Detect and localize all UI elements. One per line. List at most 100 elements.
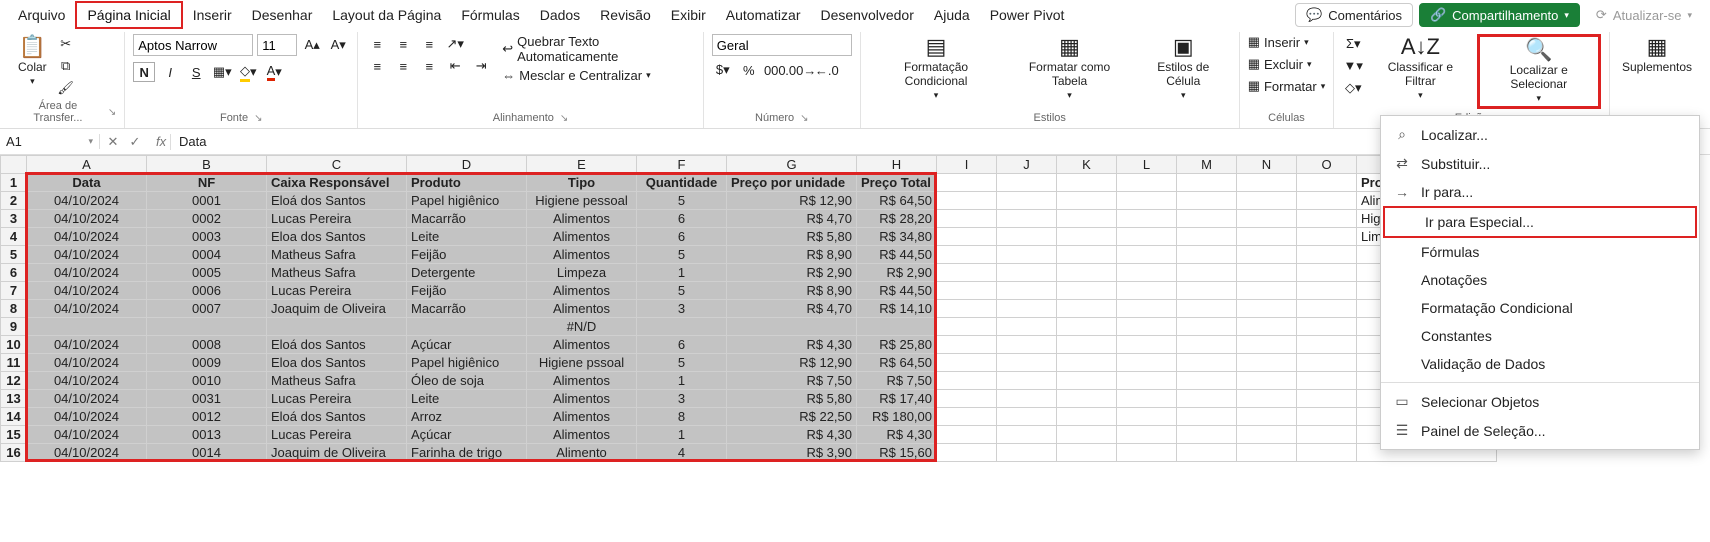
cell[interactable]: 4	[637, 444, 727, 462]
cell[interactable]	[1057, 174, 1117, 192]
cell[interactable]: 0007	[147, 300, 267, 318]
cell[interactable]	[1057, 372, 1117, 390]
cell[interactable]	[937, 300, 997, 318]
tab-arquivo[interactable]: Arquivo	[8, 3, 75, 27]
cell[interactable]	[1117, 318, 1177, 336]
cell[interactable]: Lucas Pereira	[267, 390, 407, 408]
merge-center-button[interactable]: ⇔ Mesclar e Centralizar ▾	[502, 68, 695, 83]
cell[interactable]	[1057, 354, 1117, 372]
cell[interactable]: 04/10/2024	[27, 282, 147, 300]
row-header[interactable]: 2	[1, 192, 27, 210]
cell[interactable]	[1297, 318, 1357, 336]
cell-styles-button[interactable]: ▣ Estilos de Célula▾	[1136, 34, 1231, 103]
cell[interactable]	[1237, 246, 1297, 264]
cell[interactable]: Eloá dos Santos	[267, 408, 407, 426]
cell[interactable]: 0012	[147, 408, 267, 426]
cell[interactable]	[1177, 390, 1237, 408]
cell[interactable]	[937, 174, 997, 192]
font-name-combo[interactable]	[133, 34, 253, 56]
cell[interactable]	[857, 318, 937, 336]
cell[interactable]	[147, 318, 267, 336]
menu-item-f-rmulas[interactable]: Fórmulas	[1381, 238, 1699, 266]
cell[interactable]	[1237, 174, 1297, 192]
cell[interactable]	[1057, 246, 1117, 264]
tab-dados[interactable]: Dados	[530, 3, 590, 27]
menu-item-localizar[interactable]: ⌕Localizar...	[1381, 120, 1699, 149]
cell[interactable]: Eloa dos Santos	[267, 354, 407, 372]
dialog-launcher[interactable]: ↘	[254, 113, 262, 124]
comments-button[interactable]: 💬Comentários	[1295, 3, 1413, 27]
italic-button[interactable]: I	[159, 62, 181, 82]
cell[interactable]: 04/10/2024	[27, 390, 147, 408]
cell[interactable]: R$ 4,30	[727, 336, 857, 354]
tab-f-rmulas[interactable]: Fórmulas	[451, 3, 529, 27]
menu-item-substituir[interactable]: ⇄Substituir...	[1381, 149, 1699, 178]
row-header[interactable]: 12	[1, 372, 27, 390]
cell[interactable]: Preço Total	[857, 174, 937, 192]
cell[interactable]	[1117, 408, 1177, 426]
menu-item-ir-para[interactable]: →Ir para...	[1381, 178, 1699, 206]
cell[interactable]: 04/10/2024	[27, 444, 147, 462]
cell[interactable]: 3	[637, 300, 727, 318]
cell[interactable]: R$ 2,90	[727, 264, 857, 282]
row-header[interactable]: 8	[1, 300, 27, 318]
cell[interactable]: 0010	[147, 372, 267, 390]
cell[interactable]: R$ 5,80	[727, 390, 857, 408]
cell[interactable]	[1297, 210, 1357, 228]
cell[interactable]	[997, 174, 1057, 192]
cell[interactable]	[1057, 210, 1117, 228]
cell[interactable]	[1177, 354, 1237, 372]
cell[interactable]	[997, 408, 1057, 426]
cell[interactable]	[1237, 354, 1297, 372]
cell[interactable]	[1237, 426, 1297, 444]
column-header-E[interactable]: E	[527, 156, 637, 174]
cell[interactable]	[937, 228, 997, 246]
cell[interactable]	[1177, 282, 1237, 300]
cell[interactable]: 6	[637, 210, 727, 228]
cell[interactable]: Arroz	[407, 408, 527, 426]
fill-button[interactable]: ▼▾	[1342, 56, 1364, 76]
cell[interactable]: Matheus Safra	[267, 372, 407, 390]
cell[interactable]	[937, 282, 997, 300]
cell[interactable]: Alimentos	[527, 372, 637, 390]
cell[interactable]: R$ 25,80	[857, 336, 937, 354]
cell[interactable]	[1297, 246, 1357, 264]
cell[interactable]: Higiene pssoal	[527, 354, 637, 372]
decrease-indent-button[interactable]: ⇤	[444, 56, 466, 76]
cell[interactable]	[1177, 426, 1237, 444]
cell[interactable]: 5	[637, 192, 727, 210]
cell[interactable]	[1237, 336, 1297, 354]
cell[interactable]	[997, 264, 1057, 282]
cell[interactable]	[1117, 174, 1177, 192]
conditional-formatting-button[interactable]: ▤ Formatação Condicional▾	[869, 34, 1003, 103]
refresh-button[interactable]: ⟳Atualizar-se▾	[1586, 4, 1702, 26]
cell[interactable]	[637, 318, 727, 336]
cell[interactable]: 1	[637, 264, 727, 282]
column-header-F[interactable]: F	[637, 156, 727, 174]
cell[interactable]: Alimentos	[527, 210, 637, 228]
font-color-button[interactable]: A▾	[263, 62, 285, 82]
cell[interactable]	[997, 372, 1057, 390]
cell[interactable]: R$ 5,80	[727, 228, 857, 246]
cell[interactable]	[1057, 264, 1117, 282]
tab-revis-o[interactable]: Revisão	[590, 3, 661, 27]
cell[interactable]: Lucas Pereira	[267, 426, 407, 444]
wrap-text-button[interactable]: ↩ Quebrar Texto Automaticamente	[502, 34, 695, 64]
cell[interactable]: 5	[637, 354, 727, 372]
column-header-H[interactable]: H	[857, 156, 937, 174]
cell[interactable]: R$ 3,90	[727, 444, 857, 462]
format-cells-button[interactable]: ▦Formatar ▾	[1248, 78, 1326, 94]
column-header-L[interactable]: L	[1117, 156, 1177, 174]
cell[interactable]: 04/10/2024	[27, 246, 147, 264]
decrease-font-button[interactable]: A▾	[327, 35, 349, 55]
cell[interactable]	[727, 318, 857, 336]
cell[interactable]	[997, 318, 1057, 336]
cell[interactable]: 6	[637, 228, 727, 246]
tab-exibir[interactable]: Exibir	[661, 3, 716, 27]
cell[interactable]	[1237, 228, 1297, 246]
cell[interactable]: 04/10/2024	[27, 228, 147, 246]
cell[interactable]: R$ 15,60	[857, 444, 937, 462]
align-left-button[interactable]: ≡	[366, 56, 388, 76]
orientation-button[interactable]: ↗▾	[444, 34, 466, 54]
align-middle-button[interactable]: ≡	[392, 34, 414, 54]
